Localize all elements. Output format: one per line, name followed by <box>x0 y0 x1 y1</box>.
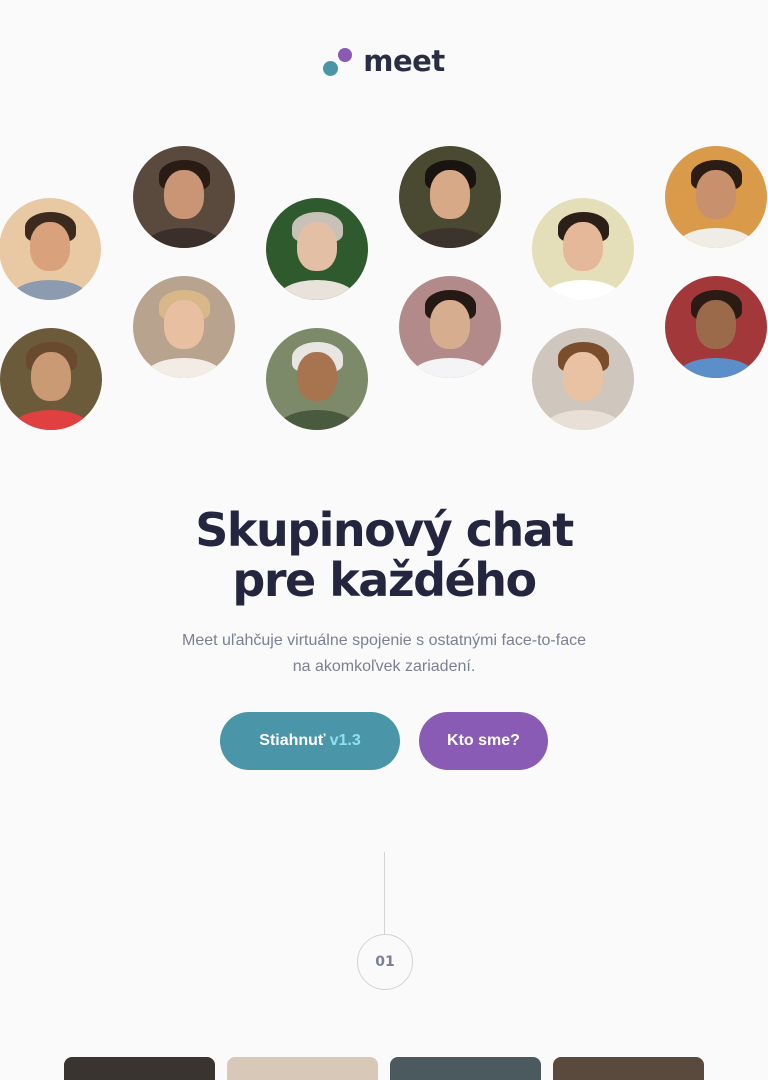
hero-title-line2: pre každého <box>232 553 537 607</box>
feature-card-thumbnail[interactable] <box>64 1057 215 1080</box>
hero-subtitle: Meet uľahčuje virtuálne spojenie s ostat… <box>134 628 634 680</box>
avatar-photo <box>532 198 634 300</box>
hero-subtitle-line1: Meet uľahčuje virtuálne spojenie s ostat… <box>182 632 586 649</box>
logo-dot-purple <box>338 48 353 62</box>
logo-text: meet <box>363 44 445 78</box>
download-button[interactable]: Stiahnuť v1.3 <box>220 712 400 770</box>
feature-card-thumbnail[interactable] <box>553 1057 704 1080</box>
feature-card-thumbnail[interactable] <box>227 1057 378 1080</box>
avatar-photo <box>399 146 501 248</box>
about-us-button-label: Kto sme? <box>447 732 520 749</box>
avatar-photo <box>133 146 235 248</box>
feature-card-thumbnail[interactable] <box>390 1057 541 1080</box>
download-version: v1.3 <box>329 732 361 749</box>
step-number: 01 <box>375 954 395 970</box>
step-connector-line <box>384 852 385 934</box>
landing-page: meet Skupinový chat pre každého Meet uľa… <box>0 0 768 1080</box>
avatar-photo <box>266 198 368 300</box>
step-number-badge: 01 <box>357 934 413 990</box>
avatar-photo <box>532 328 634 430</box>
logo-icon <box>323 45 353 77</box>
hero-title-line1: Skupinový chat <box>195 503 574 557</box>
about-us-button[interactable]: Kto sme? <box>419 712 548 770</box>
avatar-photo <box>133 276 235 378</box>
download-button-label: Stiahnuť <box>259 732 326 749</box>
avatar-photo <box>0 328 102 430</box>
avatar-photo <box>266 328 368 430</box>
avatar-photo <box>665 276 767 378</box>
brand-logo[interactable]: meet <box>0 44 768 78</box>
hero-subtitle-line2: na akomkoľvek zariadení. <box>292 658 476 675</box>
hero-title: Skupinový chat pre každého <box>0 505 768 605</box>
avatar-photo <box>665 146 767 248</box>
avatar-photo <box>399 276 501 378</box>
logo-dot-teal <box>323 61 339 76</box>
avatar-photo <box>0 198 101 300</box>
